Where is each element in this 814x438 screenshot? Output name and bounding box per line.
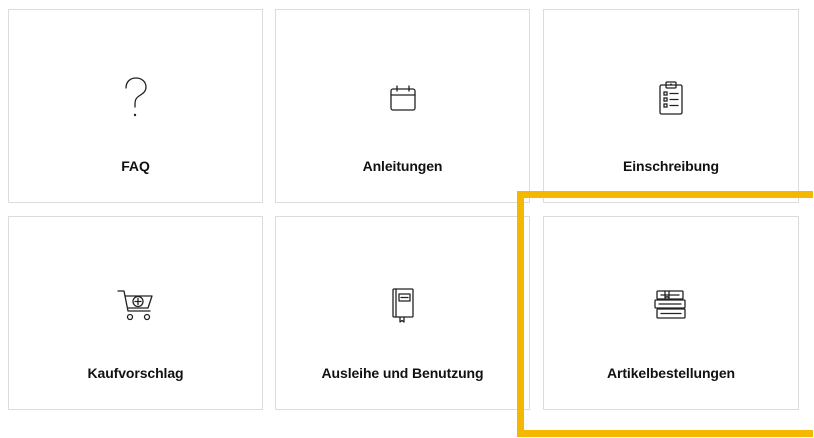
tile-artikelbestellungen[interactable]: Artikelbestellungen — [543, 216, 799, 410]
tile-label-kaufvorschlag: Kaufvorschlag — [87, 365, 184, 381]
tile-kaufvorschlag[interactable]: Kaufvorschlag — [8, 216, 263, 410]
tile-einschreibung[interactable]: Einschreibung — [543, 9, 799, 203]
book-icon — [276, 285, 529, 325]
tile-ausleihe-und-benutzung[interactable]: Ausleihe und Benutzung — [275, 216, 530, 410]
tile-label-ausleihe: Ausleihe und Benutzung — [321, 365, 484, 381]
tile-label-artikelbestellungen: Artikelbestellungen — [606, 365, 736, 381]
question-mark-icon — [9, 77, 262, 118]
shopping-cart-plus-icon — [9, 285, 262, 325]
tile-label-faq: FAQ — [121, 158, 150, 174]
book-stack-icon — [544, 285, 798, 325]
tile-label-einschreibung: Einschreibung — [623, 158, 719, 174]
tile-label-anleitungen: Anleitungen — [362, 158, 443, 174]
tile-faq[interactable]: FAQ — [8, 9, 263, 203]
clipboard-checklist-icon — [544, 78, 798, 118]
calendar-icon — [276, 78, 529, 118]
tile-anleitungen[interactable]: Anleitungen — [275, 9, 530, 203]
